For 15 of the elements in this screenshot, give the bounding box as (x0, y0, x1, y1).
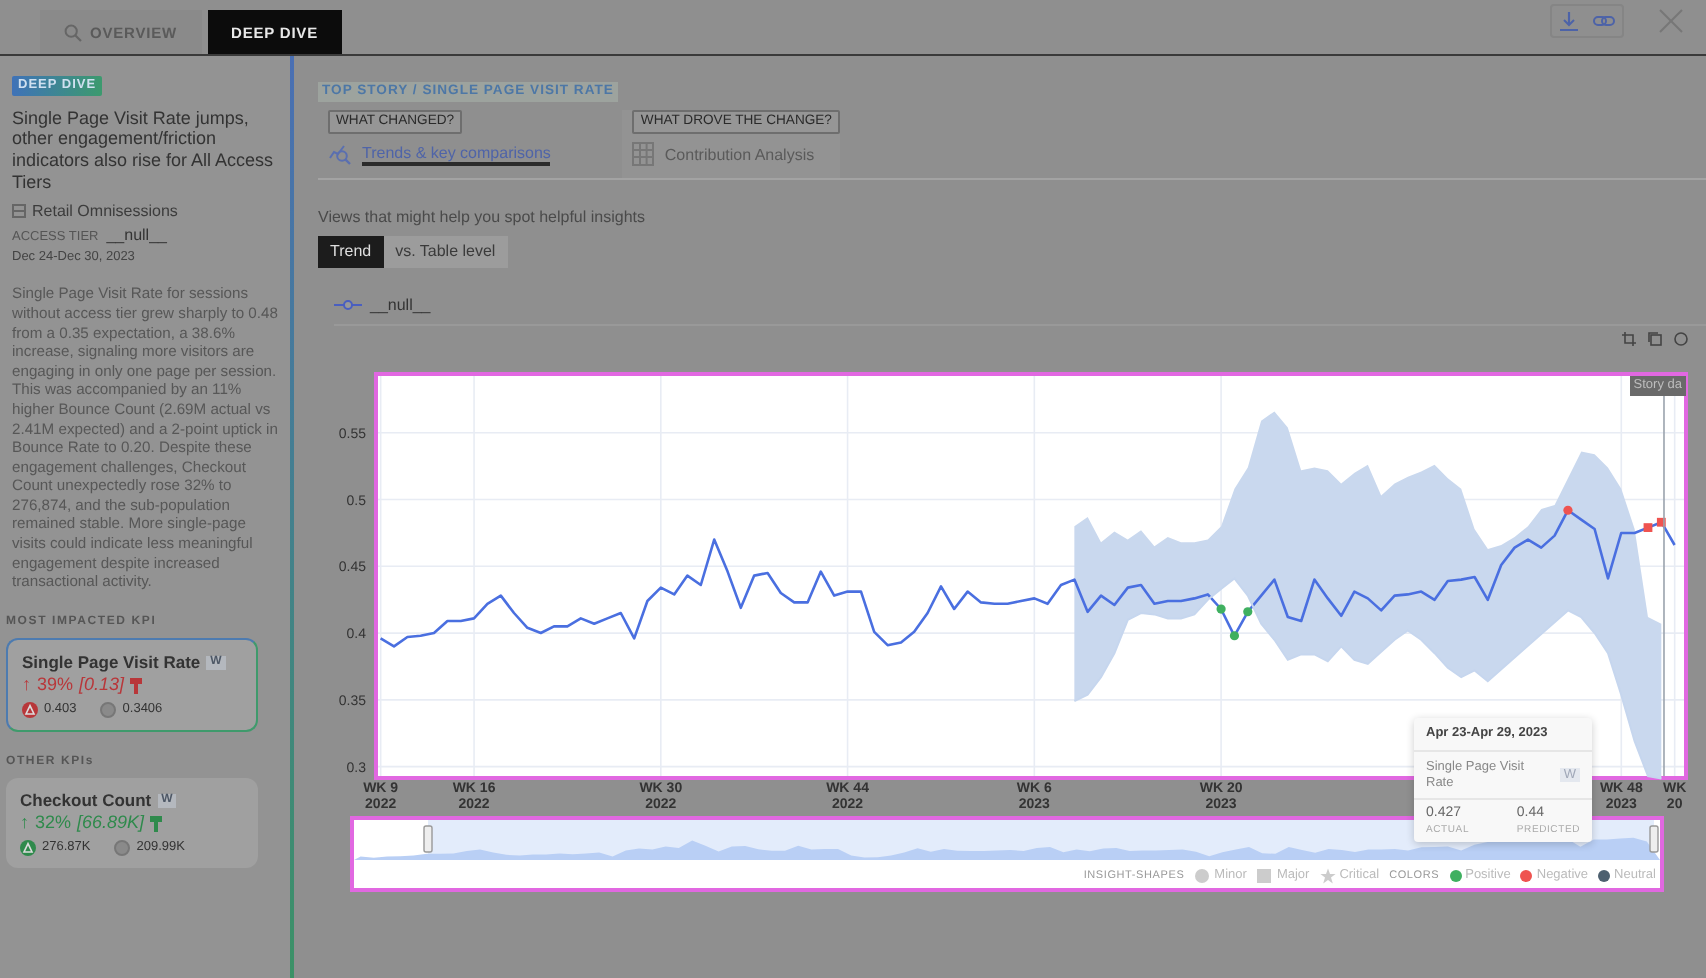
change-arrow: ↑ (22, 674, 31, 697)
change-percent: 32% (35, 812, 72, 835)
view-toggle[interactable]: Trend (318, 235, 384, 267)
dataset-name: Retail Omnisessions (32, 202, 178, 222)
story-title: Single Page Visit Rate jumps, other engagement/friction indicators also rise for All Access Tiers (12, 107, 276, 193)
change-percent: 39% (37, 674, 74, 697)
hint-text: Views that might help you spot helpful insights (318, 208, 648, 228)
kpi-name: Checkout Count (20, 790, 152, 811)
change-delta: [0.13] (79, 674, 125, 697)
change-delta: [66.89K] (77, 812, 145, 835)
kpi-name: Single Page Visit Rate (22, 652, 201, 673)
filter-value: __null__ (106, 225, 167, 245)
change-arrow: ↑ (20, 812, 29, 835)
series-legend-label: __null__ (370, 295, 431, 315)
view-toggle[interactable]: vs. Table level (383, 235, 508, 267)
